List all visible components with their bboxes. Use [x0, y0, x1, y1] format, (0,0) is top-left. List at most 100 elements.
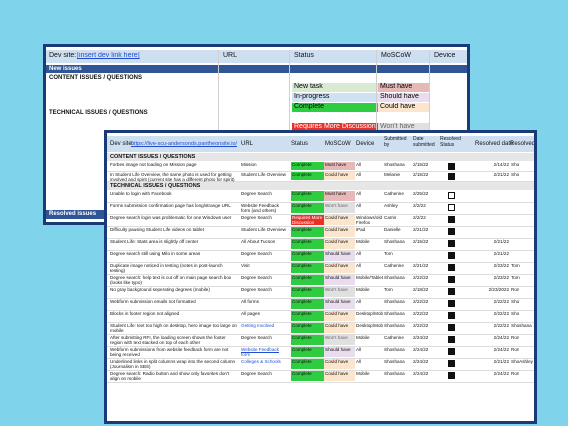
dev-site-link[interactable]: https://live-scu-andersonds.pantheonsite… — [131, 140, 237, 148]
moscow-cell[interactable]: Won't have — [324, 203, 355, 213]
moscow-cell[interactable]: Must have — [324, 191, 355, 201]
column-header-submitted-by: Submitted by — [384, 136, 407, 148]
section-label: TECHNICAL ISSUES / QUESTIONS — [110, 183, 201, 189]
resolved-by-cell: Shoshana — [511, 323, 532, 328]
moscow-cell[interactable]: Should have — [324, 299, 355, 309]
resolved-by-cell: Tom — [511, 263, 520, 268]
moscow-cell[interactable]: Could have — [324, 311, 355, 321]
submitted-by-cell: Shoshana — [384, 371, 405, 376]
status-cell[interactable]: Complete — [291, 239, 324, 249]
device-cell: All — [356, 203, 362, 208]
resolved-checkbox[interactable] — [448, 240, 455, 247]
dev-site-link[interactable]: [insert dev link here] — [77, 52, 140, 60]
resolved-checkbox[interactable] — [448, 264, 455, 271]
resolved-checkbox[interactable] — [448, 300, 455, 307]
resolved-checkbox[interactable] — [448, 163, 455, 170]
status-cell[interactable]: Complete — [291, 323, 324, 333]
resolved-date-cell: 2/22/22 — [493, 311, 509, 316]
resolved-date-cell: 2/24/22 — [493, 335, 509, 340]
resolved-date-cell: 2/21/22 — [493, 251, 509, 256]
table-row: After submitting RFI, the loading screen… — [107, 335, 534, 347]
issue-url: Getting Involved — [241, 323, 275, 328]
submitted-by-cell: Shoshana — [384, 359, 405, 364]
status-cell[interactable]: Complete — [291, 227, 324, 237]
moscow-cell[interactable]: Could have — [324, 172, 355, 180]
table-row: Webform submissions from website feedbac… — [107, 347, 534, 359]
moscow-cell[interactable]: Could have — [324, 215, 355, 225]
submitted-by-cell: Tom — [384, 251, 393, 256]
issue-description: In Student Life Overview, the same photo… — [110, 172, 235, 182]
column-header-url: URL — [241, 141, 254, 147]
status-cell[interactable]: Complete — [291, 359, 324, 369]
table-row: Degree search: Radio button and show onl… — [107, 371, 534, 383]
status-cell[interactable]: Complete — [291, 191, 324, 201]
date-submitted-cell: 2/15/22 — [413, 239, 429, 244]
resolved-by-cell: Sho — [511, 162, 520, 167]
status-cell[interactable]: Complete — [291, 347, 324, 357]
resolved-checkbox[interactable] — [448, 324, 455, 331]
moscow-cell[interactable]: Could have — [324, 371, 355, 381]
status-cell[interactable]: Complete — [291, 299, 324, 309]
resolved-checkbox[interactable] — [448, 204, 455, 211]
table-row: Difficulty pausing Student Life videos o… — [107, 227, 534, 239]
issue-url: Degree Search — [241, 287, 272, 292]
status-cell[interactable]: Complete — [291, 203, 324, 213]
status-cell[interactable]: Complete — [291, 251, 324, 261]
resolved-checkbox[interactable] — [448, 228, 455, 235]
resolved-checkbox[interactable] — [448, 173, 455, 180]
moscow-cell[interactable]: Could have — [324, 323, 355, 333]
resolved-checkbox[interactable] — [448, 336, 455, 343]
moscow-cell[interactable]: Should have — [324, 275, 355, 285]
column-header-device: Device — [356, 141, 375, 147]
dev-site-label: Dev site: — [110, 141, 134, 147]
table-row: Degree search still using Milo in some a… — [107, 251, 534, 263]
column-header-device: Device — [434, 52, 456, 59]
resolved-checkbox[interactable] — [448, 288, 455, 295]
column-header-status: Status — [294, 52, 314, 59]
status-cell[interactable]: Complete — [291, 263, 324, 273]
date-submitted-cell: 2/25/22 — [413, 191, 429, 196]
moscow-cell[interactable]: Could have — [324, 359, 355, 369]
moscow-cell[interactable]: Could have — [324, 239, 355, 249]
issue-url: All pages — [241, 311, 260, 316]
submitted-by-cell: Shoshana — [384, 347, 405, 352]
resolved-date-cell: 2/23/22 — [493, 275, 509, 280]
moscow-cell[interactable]: Should have — [324, 251, 355, 261]
resolved-checkbox[interactable] — [448, 216, 455, 223]
moscow-cell[interactable]: Could have — [324, 263, 355, 273]
resolved-checkbox[interactable] — [448, 348, 455, 355]
moscow-cell[interactable]: Must have — [324, 162, 355, 170]
submitted-by-cell: Ashley — [384, 203, 398, 208]
resolved-checkbox[interactable] — [448, 360, 455, 367]
moscow-cell[interactable]: Won't have — [324, 335, 355, 345]
moscow-cell[interactable]: Could have — [324, 227, 355, 237]
status-cell[interactable]: Complete — [291, 172, 324, 180]
status-cell[interactable]: Complete — [291, 311, 324, 321]
resolved-by-cell: Ron — [511, 335, 520, 340]
resolved-checkbox[interactable] — [448, 372, 455, 379]
status-cell[interactable]: Complete — [291, 371, 324, 381]
device-cell: All — [356, 162, 362, 167]
resolved-by-cell: Tom — [511, 275, 520, 280]
device-cell: All — [356, 191, 362, 196]
resolved-checkbox[interactable] — [448, 192, 455, 199]
resolved-checkbox[interactable] — [448, 276, 455, 283]
section-label: CONTENT ISSUES / QUESTIONS — [110, 154, 196, 160]
column-header-resolved-status: Resolved Status — [440, 136, 461, 148]
resolved-by-cell: Sho — [511, 299, 520, 304]
resolved-checkbox[interactable] — [448, 312, 455, 319]
resolved-checkbox[interactable] — [448, 252, 455, 259]
column-header-date-submitted: Date submitted — [413, 136, 435, 148]
device-cell: All — [356, 359, 362, 364]
moscow-cell[interactable]: Should have — [324, 347, 355, 357]
issue-description: Blocks in footer region not aligned — [110, 311, 180, 316]
resolved-date-cell: 2/21/22 — [493, 172, 509, 177]
status-cell[interactable]: Complete — [291, 287, 324, 297]
status-cell[interactable]: Requires More Discussion — [291, 215, 324, 225]
submitted-by-cell: Melanie — [384, 172, 401, 177]
status-cell[interactable]: Complete — [291, 162, 324, 170]
status-cell[interactable]: Complete — [291, 335, 324, 345]
moscow-cell[interactable]: Won't have — [324, 287, 355, 297]
submitted-by-cell: Catherine — [384, 191, 404, 196]
status-cell[interactable]: Complete — [291, 275, 324, 285]
